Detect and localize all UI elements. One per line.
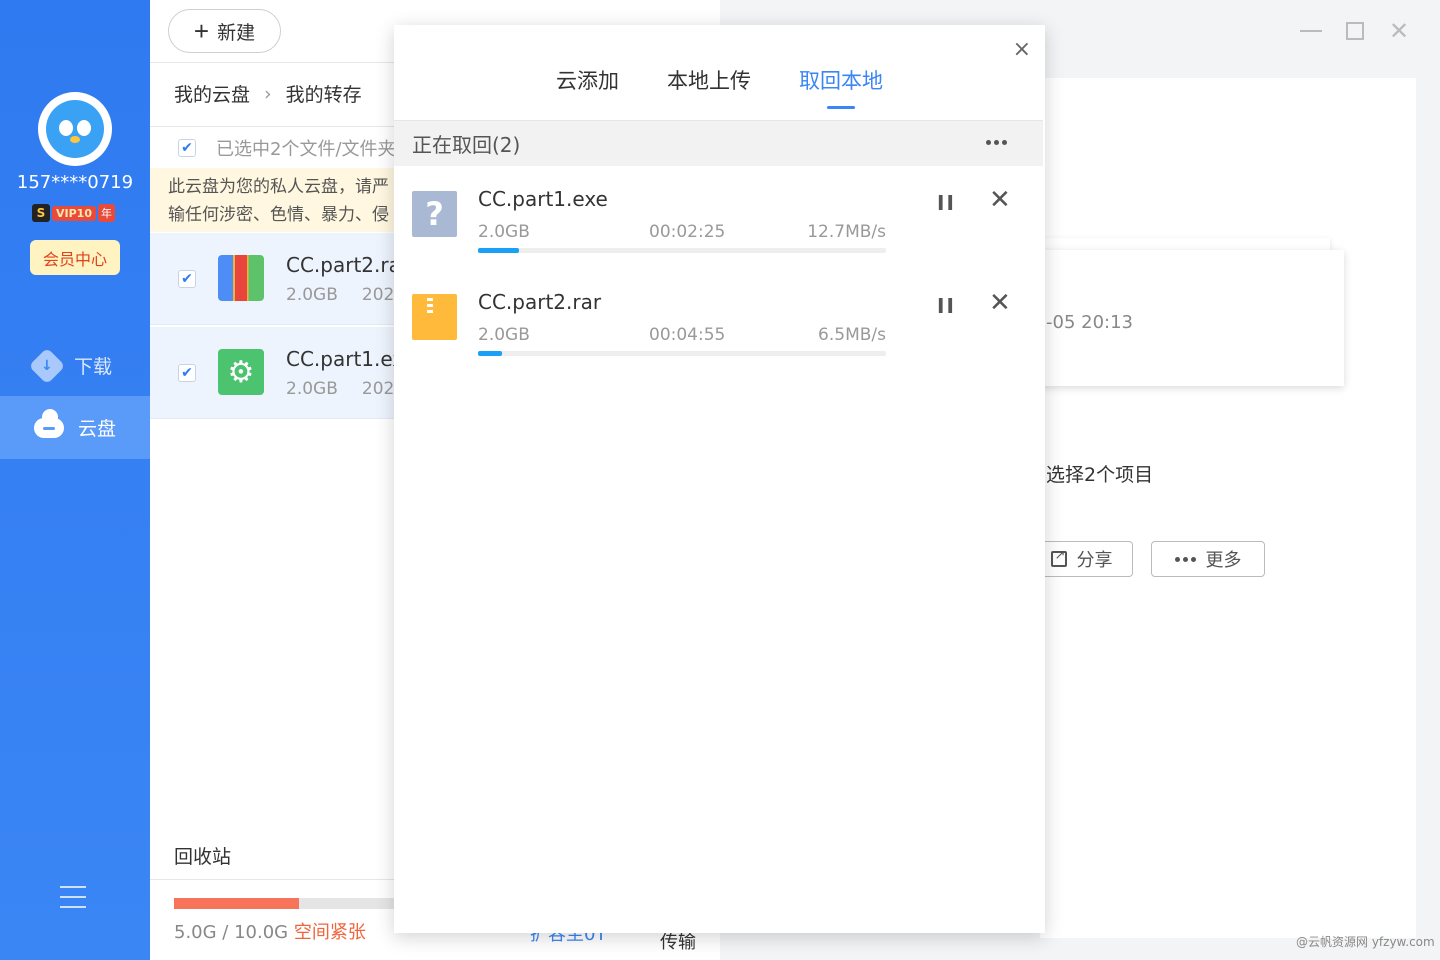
transfer-name: CC.part2.rar: [478, 290, 602, 314]
user-avatar[interactable]: [38, 92, 112, 166]
more-icon[interactable]: [986, 140, 1007, 145]
section-header: 正在取回(2): [394, 120, 1043, 166]
cancel-icon[interactable]: ✕: [989, 185, 1011, 215]
breadcrumb: 我的云盘 › 我的转存: [174, 80, 362, 107]
transfer-speed: 6.5MB/s: [818, 325, 886, 345]
vip-badge: S VIP10 年: [32, 204, 115, 222]
tab-local-upload[interactable]: 本地上传: [667, 65, 751, 109]
transfer-time-left: 00:04:55: [649, 325, 726, 345]
transfer-item: CC.part2.rar 2.0GB 00:04:55 6.5MB/s II ✕: [394, 288, 1045, 388]
more-label: 更多: [1205, 550, 1242, 570]
vip-level: VIP10: [52, 205, 96, 221]
unknown-file-icon: ?: [412, 191, 457, 237]
tab-retrieve-local[interactable]: 取回本地: [799, 65, 883, 109]
recycle-bin[interactable]: 回收站: [174, 842, 231, 869]
sidebar: 157****0719 S VIP10 年 会员中心 ↓ 下载 云盘: [0, 0, 150, 960]
file-size: 2.0GB: [286, 285, 338, 305]
sidebar-item-download[interactable]: ↓ 下载: [0, 334, 150, 397]
more-icon: [1174, 556, 1196, 562]
transfer-size: 2.0GB: [478, 222, 530, 242]
maximize-icon[interactable]: [1342, 18, 1368, 44]
share-button[interactable]: 分享: [1030, 541, 1133, 577]
sidebar-item-label: 云盘: [78, 418, 117, 440]
file-name: CC.part2.rar: [286, 253, 410, 277]
sidebar-item-label: 下载: [74, 356, 113, 378]
transfer-speed: 12.7MB/s: [807, 222, 886, 242]
new-button[interactable]: + 新建: [168, 9, 281, 53]
file-size: 2.0GB: [286, 379, 338, 399]
download-icon: ↓: [28, 347, 66, 384]
breadcrumb-root[interactable]: 我的云盘: [174, 80, 250, 107]
close-icon[interactable]: ×: [1013, 37, 1031, 62]
breadcrumb-current[interactable]: 我的转存: [286, 80, 362, 107]
bird-mascot-icon: [46, 100, 104, 158]
file-meta: 2.0GB 2024: [286, 285, 405, 305]
detail-panel: [1040, 78, 1416, 938]
section-title: 正在取回(2): [412, 133, 521, 157]
transfer-size: 2.0GB: [478, 325, 530, 345]
share-icon: [1050, 547, 1067, 567]
transfer-popup: × 云添加 本地上传 取回本地 正在取回(2) ? CC.part1.exe 2…: [394, 25, 1045, 933]
watermark: @云帆资源网 yfzyw.com: [1296, 935, 1435, 949]
transfer-name: CC.part1.exe: [478, 187, 608, 211]
storage-used: 5.0G / 10.0G: [174, 922, 289, 943]
storage-bar: [174, 898, 424, 909]
chevron-right-icon: ›: [264, 82, 272, 105]
select-all-checkbox[interactable]: ✔: [178, 138, 196, 157]
window-close-icon[interactable]: ✕: [1386, 17, 1412, 45]
row-checkbox[interactable]: ✔: [178, 364, 196, 382]
tab-cloud-add[interactable]: 云添加: [556, 65, 619, 109]
plus-icon: +: [193, 16, 210, 46]
transfer-item: ? CC.part1.exe 2.0GB 00:02:25 12.7MB/s I…: [394, 185, 1045, 285]
progress-fill: [478, 351, 503, 356]
sidebar-item-cloud[interactable]: 云盘: [0, 396, 150, 459]
username: 157****0719: [16, 172, 134, 193]
transfer-time-left: 00:02:25: [649, 222, 726, 242]
progress-fill: [478, 248, 519, 253]
card-date: -05 20:13: [1046, 312, 1133, 333]
hamburger-icon[interactable]: [60, 886, 86, 908]
cloud-icon: [34, 408, 64, 438]
vip-period: 年: [97, 204, 115, 222]
zip-file-icon: [412, 294, 457, 340]
selected-count: 选择2个项目: [1046, 464, 1154, 486]
cancel-icon[interactable]: ✕: [989, 288, 1011, 318]
member-center-button[interactable]: 会员中心: [30, 240, 120, 275]
exe-file-icon: ⚙: [218, 349, 264, 395]
selection-info: 已选中2个文件/文件夹: [216, 138, 396, 160]
progress-bar: [478, 248, 886, 253]
share-label: 分享: [1076, 550, 1113, 570]
storage-warning: 空间紧张: [293, 922, 366, 943]
more-button[interactable]: 更多: [1151, 541, 1265, 577]
rar-file-icon: [218, 255, 264, 301]
minimize-icon[interactable]: [1298, 18, 1324, 44]
vip-s-icon: S: [32, 204, 50, 222]
pause-icon[interactable]: II: [937, 191, 956, 215]
storage-bar-fill: [174, 898, 299, 909]
new-button-label: 新建: [217, 22, 256, 44]
pause-icon[interactable]: II: [937, 294, 956, 318]
popup-tabs: 云添加 本地上传 取回本地: [394, 65, 1045, 109]
file-meta: 2.0GB 2024: [286, 379, 405, 399]
storage-text: 5.0G / 10.0G 空间紧张: [174, 918, 366, 944]
row-checkbox[interactable]: ✔: [178, 270, 196, 288]
progress-bar: [478, 351, 886, 356]
